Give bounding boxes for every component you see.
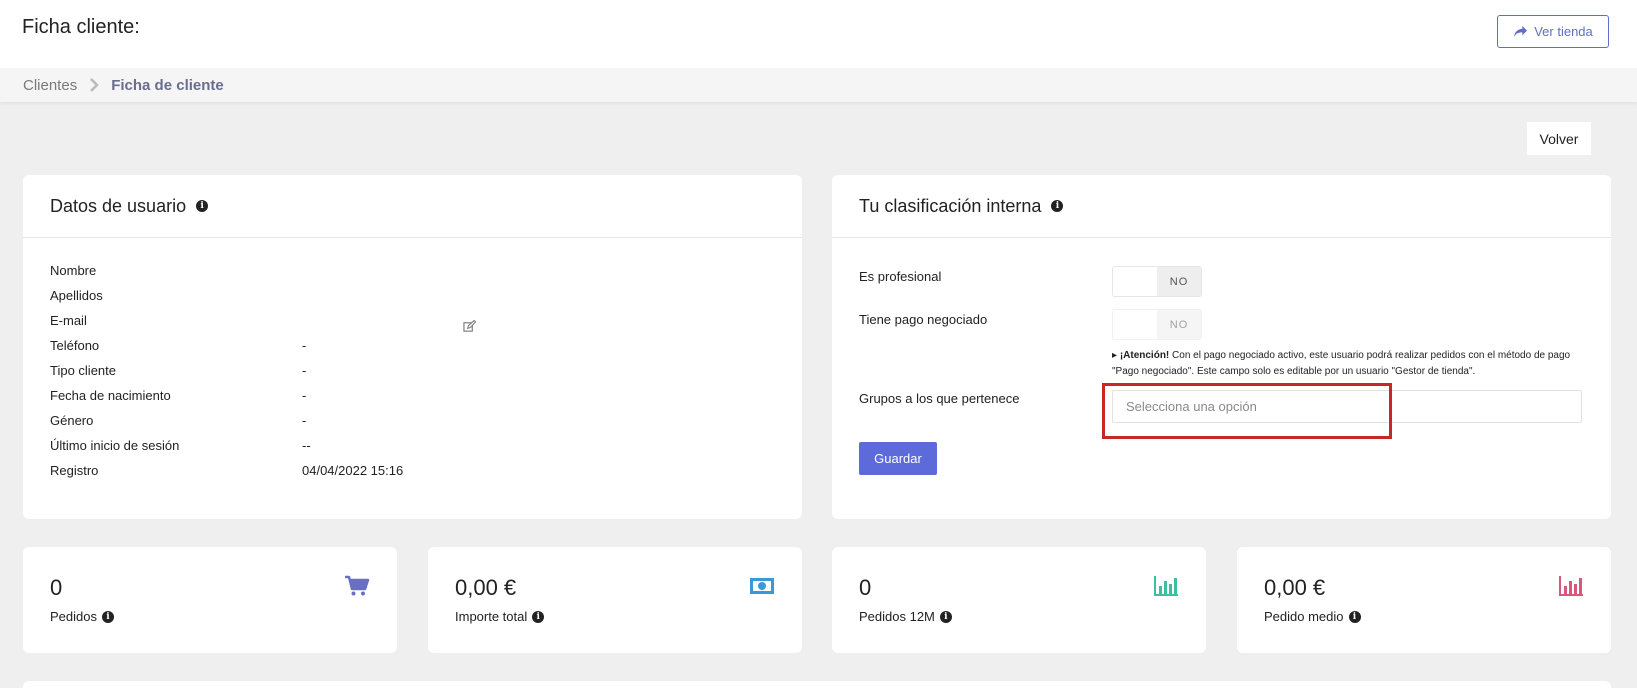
field-value: --	[302, 438, 311, 453]
user-data-header: Datos de usuario i	[23, 175, 802, 238]
stat-card-pedidos: 0 Pedidos i	[23, 547, 397, 653]
stat-label-text: Pedido medio	[1264, 609, 1344, 624]
share-arrow-icon	[1514, 25, 1528, 38]
stat-value: 0,00 €	[455, 575, 517, 600]
es-profesional-toggle[interactable]: NO	[1112, 266, 1202, 297]
stat-label: Pedido medio i	[1264, 609, 1361, 624]
edit-icon[interactable]	[463, 320, 476, 333]
breadcrumb-clientes[interactable]: Clientes	[23, 77, 77, 94]
stat-card-importe-total: 0,00 € Importe total i	[428, 547, 802, 653]
field-row-email: E-mail	[50, 313, 403, 338]
user-data-title: Datos de usuario	[50, 195, 187, 216]
toggle-knob	[1113, 310, 1157, 339]
field-row-tipo-cliente: Tipo cliente -	[50, 363, 403, 388]
pago-negociado-label: Tiene pago negociado	[859, 312, 988, 327]
field-label: Fecha de nacimiento	[50, 388, 171, 403]
bottom-card	[23, 681, 1611, 688]
field-row-registro: Registro 04/04/2022 15:16	[50, 463, 403, 488]
es-profesional-label: Es profesional	[859, 269, 942, 284]
toggle-state: NO	[1157, 310, 1201, 339]
field-value: -	[302, 338, 307, 353]
bar-chart-icon	[1154, 576, 1178, 596]
bar-chart-icon	[1559, 576, 1583, 596]
volver-button[interactable]: Volver	[1527, 122, 1591, 155]
field-label: Teléfono	[50, 338, 100, 353]
toggle-knob	[1113, 267, 1157, 296]
toggle-state: NO	[1157, 267, 1201, 296]
field-label: Apellidos	[50, 288, 103, 303]
info-icon[interactable]: i	[532, 610, 545, 623]
field-label: E-mail	[50, 313, 87, 328]
field-label: Tipo cliente	[50, 363, 116, 378]
stat-label: Importe total i	[455, 609, 545, 624]
cart-icon	[345, 575, 370, 596]
money-icon	[750, 578, 774, 594]
info-icon[interactable]: i	[939, 610, 952, 623]
field-label: Género	[50, 413, 94, 428]
info-icon[interactable]: i	[1348, 610, 1361, 623]
stat-value: 0,00 €	[1264, 575, 1326, 600]
ver-tienda-label: Ver tienda	[1534, 24, 1593, 39]
stat-card-pedido-medio: 0,00 € Pedido medio i	[1237, 547, 1611, 653]
attention-strong: ¡Atención!	[1119, 350, 1170, 361]
breadcrumb: Clientes Ficha de cliente	[0, 68, 1637, 102]
field-value: 04/04/2022 15:16	[302, 463, 404, 478]
guardar-button[interactable]: Guardar	[859, 442, 937, 475]
stat-card-pedidos-12m: 0 Pedidos 12M i	[832, 547, 1206, 653]
triangle-right-icon: ▸	[1112, 350, 1120, 361]
field-row-fecha-nacimiento: Fecha de nacimiento -	[50, 388, 403, 413]
stat-value: 0	[859, 575, 872, 600]
field-row-nombre: Nombre	[50, 263, 403, 288]
classification-header: Tu clasificación interna i	[832, 175, 1611, 238]
classification-title: Tu clasificación interna	[859, 195, 1042, 216]
stat-label: Pedidos i	[50, 609, 114, 624]
field-row-genero: Género -	[50, 413, 403, 438]
ver-tienda-button[interactable]: Ver tienda	[1497, 15, 1609, 48]
attention-note: ▸ ¡Atención! Con el pago negociado activ…	[1112, 348, 1582, 380]
stat-value: 0	[50, 575, 63, 600]
pago-negociado-toggle: NO	[1112, 309, 1202, 340]
page-title: Ficha cliente:	[22, 16, 140, 38]
field-label: Registro	[50, 463, 99, 478]
stat-label-text: Pedidos 12M	[859, 609, 935, 624]
field-label: Nombre	[50, 263, 97, 278]
field-row-ultimo-inicio: Último inicio de sesión --	[50, 438, 403, 463]
classification-card: Tu clasificación interna i Es profesiona…	[832, 175, 1611, 519]
stat-label-text: Importe total	[455, 609, 528, 624]
breadcrumb-ficha-cliente: Ficha de cliente	[111, 76, 224, 94]
info-icon[interactable]: i	[196, 200, 209, 212]
field-row-telefono: Teléfono -	[50, 338, 403, 363]
stat-label: Pedidos 12M i	[859, 609, 952, 624]
attention-text: Con el pago negociado activo, este usuar…	[1112, 350, 1571, 377]
grupos-label: Grupos a los que pertenece	[859, 391, 1020, 406]
field-row-apellidos: Apellidos	[50, 288, 403, 313]
grupos-select[interactable]: Selecciona una opción	[1112, 390, 1582, 423]
top-bar: Ficha cliente: Ver tienda	[0, 0, 1637, 68]
field-label: Último inicio de sesión	[50, 438, 180, 453]
user-fields: Nombre Apellidos E-mail Teléfono - Tipo …	[50, 263, 403, 488]
field-value: -	[302, 363, 307, 378]
user-data-card: Datos de usuario i Nombre Apellidos E-ma…	[23, 175, 802, 519]
field-value: -	[302, 388, 307, 403]
info-icon[interactable]: i	[1051, 200, 1064, 212]
stat-label-text: Pedidos	[50, 609, 97, 624]
chevron-right-icon	[90, 78, 99, 92]
info-icon[interactable]: i	[101, 610, 114, 623]
field-value: -	[302, 413, 307, 428]
